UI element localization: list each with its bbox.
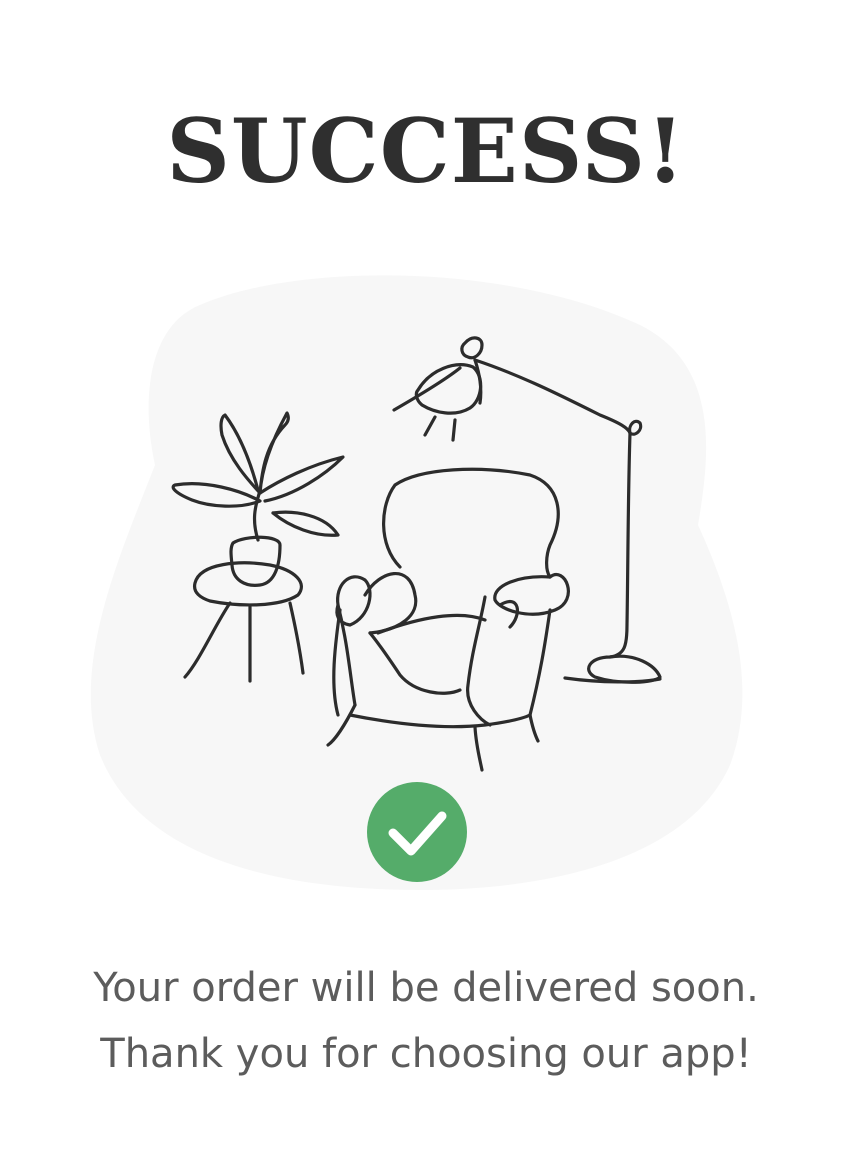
- confirmation-message: Your order will be delivered soon. Thank…: [0, 955, 852, 1087]
- thank-you-message: Thank you for choosing our app!: [100, 1031, 752, 1077]
- order-success-screen: SUCCESS! Your order will be delivered so…: [0, 0, 852, 1154]
- success-illustration: [80, 265, 760, 905]
- check-circle-icon: [367, 782, 467, 882]
- page-title: SUCCESS!: [166, 99, 686, 203]
- delivery-message: Your order will be delivered soon.: [93, 965, 759, 1011]
